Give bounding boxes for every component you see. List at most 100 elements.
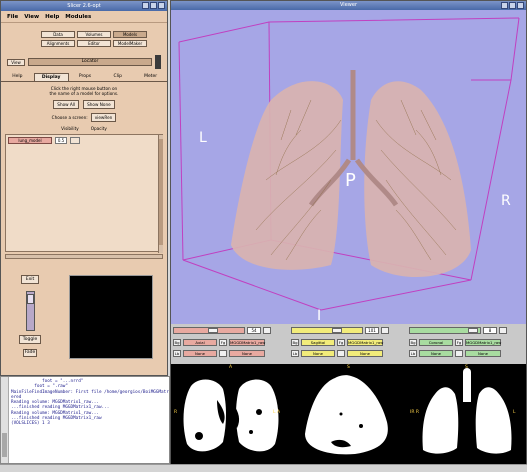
view-row: View Locator bbox=[1, 55, 167, 69]
exit-button[interactable]: Exit bbox=[21, 275, 39, 284]
tab-props[interactable]: Props bbox=[69, 73, 102, 81]
maximize-icon[interactable] bbox=[509, 2, 516, 9]
viewren-button[interactable]: viewRen bbox=[90, 113, 117, 122]
axial-volume-button[interactable]: MGGDMatrix1_raw bbox=[229, 338, 265, 346]
3d-render-view[interactable]: L P R I bbox=[171, 10, 526, 324]
sagittal-none-button-2[interactable]: None bbox=[347, 349, 383, 357]
menu-view[interactable]: View bbox=[24, 14, 39, 20]
tab-meter[interactable]: Meter bbox=[134, 73, 167, 81]
model-visibility-button[interactable]: lung_model bbox=[8, 137, 52, 144]
coronal-label-row: Lb None None bbox=[409, 349, 501, 357]
column-headers: Visibility Opacity bbox=[1, 126, 167, 131]
terminal-scrollbar[interactable] bbox=[1, 377, 9, 463]
axial-slider[interactable] bbox=[173, 326, 245, 334]
module-editor-button[interactable]: Editor bbox=[77, 40, 111, 47]
opacity-menu-button[interactable] bbox=[70, 137, 80, 144]
coronal-none-button-2[interactable]: None bbox=[465, 349, 501, 357]
coronal-top-label: S bbox=[465, 365, 468, 370]
tab-display[interactable]: Display bbox=[33, 73, 69, 81]
axial-op-button[interactable] bbox=[219, 349, 227, 357]
window-buttons bbox=[501, 2, 524, 9]
sagittal-slice-number[interactable]: 101 bbox=[365, 326, 379, 334]
model-list: lung_model 0.5 bbox=[5, 134, 163, 253]
module-modelmaker-button[interactable]: ModelMaker bbox=[113, 40, 147, 47]
show-all-button[interactable]: Show All bbox=[53, 100, 80, 109]
model-list-scrollbar[interactable] bbox=[158, 135, 163, 253]
locator-label[interactable]: Locator bbox=[28, 58, 152, 66]
model-list-hscroll[interactable] bbox=[5, 254, 163, 259]
minimize-icon[interactable] bbox=[501, 2, 508, 9]
axial-fg-button[interactable]: Fg bbox=[219, 338, 227, 346]
sagittal-slice-view[interactable]: S bbox=[291, 364, 407, 466]
view-button[interactable]: View bbox=[7, 58, 25, 66]
axial-slice-number[interactable]: 54 bbox=[247, 326, 261, 334]
show-none-button[interactable]: Show None bbox=[83, 100, 115, 109]
orient-label-left: L bbox=[199, 130, 207, 146]
sagittal-op-button[interactable] bbox=[337, 349, 345, 357]
sagittal-fg-button[interactable]: Fg bbox=[337, 338, 345, 346]
sagittal-menu-button[interactable] bbox=[381, 326, 389, 334]
side-scroll[interactable] bbox=[155, 55, 161, 69]
coronal-orient-button[interactable]: Coronal bbox=[419, 338, 453, 346]
coronal-fg-button[interactable]: Fg bbox=[455, 338, 463, 346]
scroll-thumb[interactable] bbox=[159, 139, 163, 245]
fade-button[interactable]: Fade bbox=[23, 349, 37, 357]
close-icon[interactable] bbox=[158, 2, 165, 9]
coronal-none-button-1[interactable]: None bbox=[419, 349, 453, 357]
axial-menu-button[interactable] bbox=[263, 326, 271, 334]
axial-none-button-1[interactable]: None bbox=[183, 349, 217, 357]
fade-slider[interactable] bbox=[26, 291, 35, 331]
module-data-button[interactable]: Data bbox=[41, 31, 75, 38]
coronal-right-label: L bbox=[513, 410, 516, 415]
axial-none-button-2[interactable]: None bbox=[229, 349, 265, 357]
sagittal-bg-button[interactable]: Bg bbox=[291, 338, 299, 346]
tab-clip[interactable]: Clip bbox=[101, 73, 134, 81]
sagittal-lb-button[interactable]: Lb bbox=[291, 349, 299, 357]
axial-orient-button[interactable]: Axial bbox=[183, 338, 217, 346]
axial-slice-image bbox=[183, 379, 279, 452]
close-icon[interactable] bbox=[517, 2, 524, 9]
sagittal-slider[interactable] bbox=[291, 326, 363, 334]
coronal-bg-button[interactable]: Bg bbox=[409, 338, 417, 346]
sagittal-top-label: S bbox=[347, 365, 350, 370]
sagittal-label-row: Lb None None bbox=[291, 349, 383, 357]
slider-knob[interactable] bbox=[27, 294, 34, 304]
coronal-slice-image bbox=[422, 368, 512, 454]
axial-bg-button[interactable]: Bg bbox=[173, 338, 181, 346]
terminal-window[interactable]: foot = "...nrrd" foot = ".raw" MainFileF… bbox=[0, 376, 170, 464]
coronal-slice-view[interactable]: S IR R L bbox=[409, 364, 525, 466]
maximize-icon[interactable] bbox=[150, 2, 157, 9]
opacity-field[interactable]: 0.5 bbox=[55, 137, 67, 144]
sagittal-volume-button[interactable]: MGGDMatrix1_raw bbox=[347, 338, 383, 346]
axial-lb-button[interactable]: Lb bbox=[173, 349, 181, 357]
coronal-volume-button[interactable]: MGGDMatrix1_raw bbox=[465, 338, 501, 346]
coronal-slice-number[interactable]: 8 bbox=[483, 326, 497, 334]
coronal-slider[interactable] bbox=[409, 326, 481, 334]
viewer-title-bar[interactable]: Viewer bbox=[171, 1, 526, 10]
tab-help[interactable]: Help bbox=[1, 73, 34, 81]
sagittal-none-button-1[interactable]: None bbox=[301, 349, 335, 357]
slider-knob[interactable] bbox=[208, 327, 218, 333]
minimize-icon[interactable] bbox=[142, 2, 149, 9]
coronal-op-button[interactable] bbox=[455, 349, 463, 357]
slider-knob[interactable] bbox=[332, 327, 342, 333]
module-buttons: Data Volumes Models Alignments Editor Mo… bbox=[41, 31, 167, 47]
sagittal-slider-row: 101 bbox=[291, 326, 389, 334]
axial-top-label: A bbox=[229, 365, 233, 370]
axial-controls: 54 Bg Axial Fg MGGDMatrix1_raw Lb None N… bbox=[173, 326, 289, 362]
coronal-menu-button[interactable] bbox=[499, 326, 507, 334]
terminal-line: MainFileFindImageNumber: First file /hom… bbox=[11, 389, 169, 395]
slicer-title-bar[interactable]: Slicer 2.6-opt bbox=[1, 1, 167, 11]
module-alignments-button[interactable]: Alignments bbox=[41, 40, 75, 47]
toggle-button[interactable]: Toggle bbox=[19, 335, 41, 344]
sagittal-orient-button[interactable]: Sagittal bbox=[301, 338, 335, 346]
menu-file[interactable]: File bbox=[7, 14, 18, 20]
module-volumes-button[interactable]: Volumes bbox=[77, 31, 111, 38]
module-models-button[interactable]: Models bbox=[113, 31, 147, 38]
slider-knob[interactable] bbox=[468, 327, 478, 333]
menu-help[interactable]: Help bbox=[45, 14, 59, 20]
axial-slice-view[interactable]: A R L A bbox=[173, 364, 289, 466]
menu-modules[interactable]: Modules bbox=[65, 14, 91, 20]
coronal-lb-button[interactable]: Lb bbox=[409, 349, 417, 357]
scroll-thumb[interactable] bbox=[2, 433, 7, 457]
